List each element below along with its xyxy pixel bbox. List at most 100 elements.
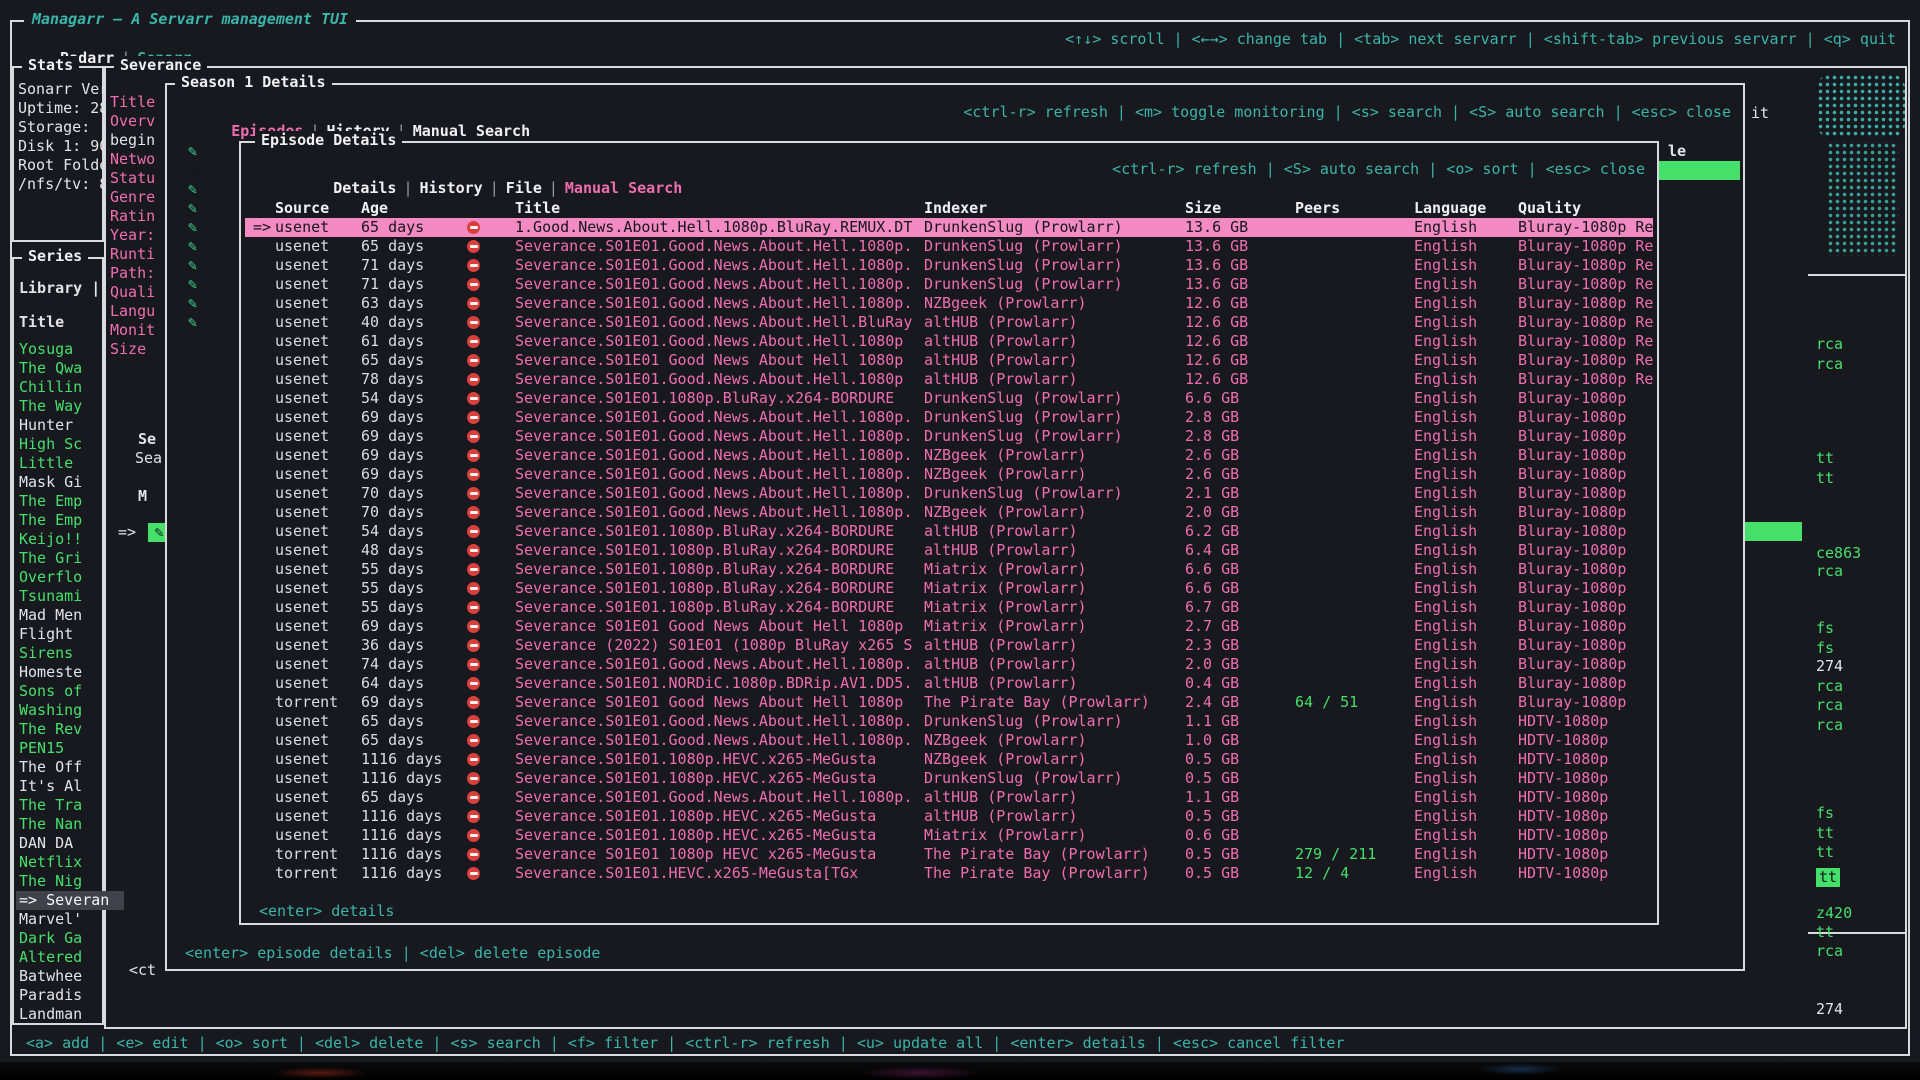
result-row[interactable]: usenet55 daysSeverance.S01E01.1080p.BluR… [245, 560, 1653, 579]
series-item[interactable]: Washing [16, 701, 104, 720]
series-item[interactable]: The Rev [16, 720, 104, 739]
selection-arrow [253, 256, 275, 275]
series-item[interactable]: The Gri [16, 549, 104, 568]
series-item[interactable]: Netflix [16, 853, 104, 872]
result-row[interactable]: usenet65 daysSeverance.S01E01.Good.News.… [245, 788, 1653, 807]
cell-language: English [1414, 750, 1518, 769]
result-row[interactable]: torrent1116 daysSeverance.S01E01.HEVC.x2… [245, 864, 1653, 883]
cell-rejection [465, 598, 515, 617]
cell-quality: Bluray-1080p Re [1518, 294, 1653, 313]
series-field-label: Netwo [110, 150, 172, 169]
result-row[interactable]: usenet69 daysSeverance S01E01 Good News … [245, 617, 1653, 636]
series-item[interactable]: The Nig [16, 872, 104, 891]
result-row[interactable]: usenet1116 daysSeverance.S01E01.1080p.HE… [245, 750, 1653, 769]
result-row[interactable]: usenet55 daysSeverance.S01E01.1080p.BluR… [245, 579, 1653, 598]
library-tab[interactable]: Library | [19, 279, 100, 298]
result-row[interactable]: usenet78 daysSeverance.S01E01.Good.News.… [245, 370, 1653, 389]
series-item[interactable]: High Sc [16, 435, 104, 454]
series-item[interactable]: The Way [16, 397, 104, 416]
series-item[interactable]: The Qwa [16, 359, 104, 378]
series-item[interactable]: Yosuga [16, 340, 104, 359]
result-row[interactable]: usenet69 daysSeverance.S01E01.Good.News.… [245, 408, 1653, 427]
series-item[interactable]: Hunter [16, 416, 104, 435]
series-item[interactable]: Sirens [16, 644, 104, 663]
series-item[interactable]: Batwhee [16, 967, 104, 986]
result-row[interactable]: usenet48 daysSeverance.S01E01.1080p.BluR… [245, 541, 1653, 560]
series-item[interactable]: Mad Men [16, 606, 104, 625]
selection-arrow [253, 579, 275, 598]
result-row[interactable]: usenet71 daysSeverance.S01E01.Good.News.… [245, 275, 1653, 294]
result-row[interactable]: torrent69 daysSeverance S01E01 Good News… [245, 693, 1653, 712]
series-item[interactable]: The Off [16, 758, 104, 777]
series-item[interactable]: Homeste [16, 663, 104, 682]
series-item[interactable]: Tsunami [16, 587, 104, 606]
result-row[interactable]: usenet70 daysSeverance.S01E01.Good.News.… [245, 503, 1653, 522]
result-row[interactable]: usenet1116 daysSeverance.S01E01.1080p.HE… [245, 769, 1653, 788]
result-row[interactable]: usenet65 daysSeverance.S01E01.Good.News.… [245, 731, 1653, 750]
result-row[interactable]: usenet70 daysSeverance.S01E01.Good.News.… [245, 484, 1653, 503]
series-item[interactable]: Sons of [16, 682, 104, 701]
tab-ep-history[interactable]: History [420, 179, 483, 197]
tab-ep-manual-search[interactable]: Manual Search [565, 179, 682, 197]
cell-language: English [1414, 370, 1518, 389]
series-item[interactable]: The Tra [16, 796, 104, 815]
tab-season-manual-search[interactable]: Manual Search [413, 122, 530, 140]
result-row[interactable]: usenet1116 daysSeverance.S01E01.1080p.HE… [245, 807, 1653, 826]
result-row[interactable]: torrent1116 daysSeverance S01E01 1080p H… [245, 845, 1653, 864]
cell-indexer: DrunkenSlug (Prowlarr) [924, 712, 1185, 731]
poster-braille-art [1817, 74, 1905, 138]
results-header-row: Source Age Title Indexer Size Peers Lang… [245, 199, 1653, 218]
result-row[interactable]: usenet69 daysSeverance.S01E01.Good.News.… [245, 427, 1653, 446]
result-row[interactable]: usenet55 daysSeverance.S01E01.1080p.BluR… [245, 598, 1653, 617]
result-row[interactable]: usenet54 daysSeverance.S01E01.1080p.BluR… [245, 389, 1653, 408]
series-item[interactable]: Keijo!! [16, 530, 104, 549]
result-row[interactable]: usenet65 daysSeverance.S01E01.Good.News.… [245, 237, 1653, 256]
selection-arrow [253, 275, 275, 294]
series-item[interactable]: Altered [16, 948, 104, 967]
background-text-fragment: 274 [1816, 657, 1843, 676]
result-row[interactable]: usenet40 daysSeverance.S01E01.Good.News.… [245, 313, 1653, 332]
series-field-label: Year: [110, 226, 172, 245]
result-row[interactable]: usenet69 daysSeverance.S01E01.Good.News.… [245, 465, 1653, 484]
series-item[interactable]: The Emp [16, 511, 104, 530]
series-item[interactable]: DAN DA [16, 834, 104, 853]
series-item[interactable]: Marvel' [16, 910, 104, 929]
cell-rejection [465, 693, 515, 712]
result-row[interactable]: usenet1116 daysSeverance.S01E01.1080p.HE… [245, 826, 1653, 845]
series-item[interactable]: Chillin [16, 378, 104, 397]
result-row[interactable]: usenet36 daysSeverance (2022) S01E01 (10… [245, 636, 1653, 655]
series-item-selected[interactable]: => Severan [16, 891, 124, 910]
tab-ep-file[interactable]: File [506, 179, 542, 197]
series-item[interactable]: The Nan [16, 815, 104, 834]
rejected-icon [467, 487, 480, 500]
result-row[interactable]: usenet69 daysSeverance.S01E01.Good.News.… [245, 446, 1653, 465]
cell-title: Severance.S01E01.1080p.HEVC.x265-MeGusta [515, 807, 924, 826]
cell-peers [1295, 256, 1414, 275]
cell-language: English [1414, 332, 1518, 351]
rejected-icon [467, 392, 480, 405]
cell-age: 71 days [361, 256, 465, 275]
cell-peers [1295, 579, 1414, 598]
result-row[interactable]: usenet54 daysSeverance.S01E01.1080p.BluR… [245, 522, 1653, 541]
series-item[interactable]: Mask Gi [16, 473, 104, 492]
series-item[interactable]: The Emp [16, 492, 104, 511]
result-row[interactable]: usenet65 daysSeverance.S01E01.Good.News.… [245, 712, 1653, 731]
cell-size: 1.1 GB [1185, 788, 1295, 807]
series-item[interactable]: Landman [16, 1005, 104, 1024]
series-item[interactable]: Paradis [16, 986, 104, 1005]
series-item[interactable]: PEN15 [16, 739, 104, 758]
series-item[interactable]: Little [16, 454, 104, 473]
result-row[interactable]: usenet65 daysSeverance.S01E01 Good News … [245, 351, 1653, 370]
series-item[interactable]: Overflo [16, 568, 104, 587]
cell-rejection [465, 636, 515, 655]
result-row[interactable]: usenet64 daysSeverance.S01E01.NORDiC.108… [245, 674, 1653, 693]
result-row-selected[interactable]: =>usenet65 days1.Good.News.About.Hell.10… [245, 218, 1653, 237]
series-item[interactable]: Dark Ga [16, 929, 104, 948]
result-row[interactable]: usenet74 daysSeverance.S01E01.Good.News.… [245, 655, 1653, 674]
result-row[interactable]: usenet71 daysSeverance.S01E01.Good.News.… [245, 256, 1653, 275]
result-row[interactable]: usenet61 daysSeverance.S01E01.Good.News.… [245, 332, 1653, 351]
series-item[interactable]: It's Al [16, 777, 104, 796]
series-item[interactable]: Flight [16, 625, 104, 644]
tab-ep-details[interactable]: Details [333, 179, 396, 197]
result-row[interactable]: usenet63 daysSeverance.S01E01.Good.News.… [245, 294, 1653, 313]
